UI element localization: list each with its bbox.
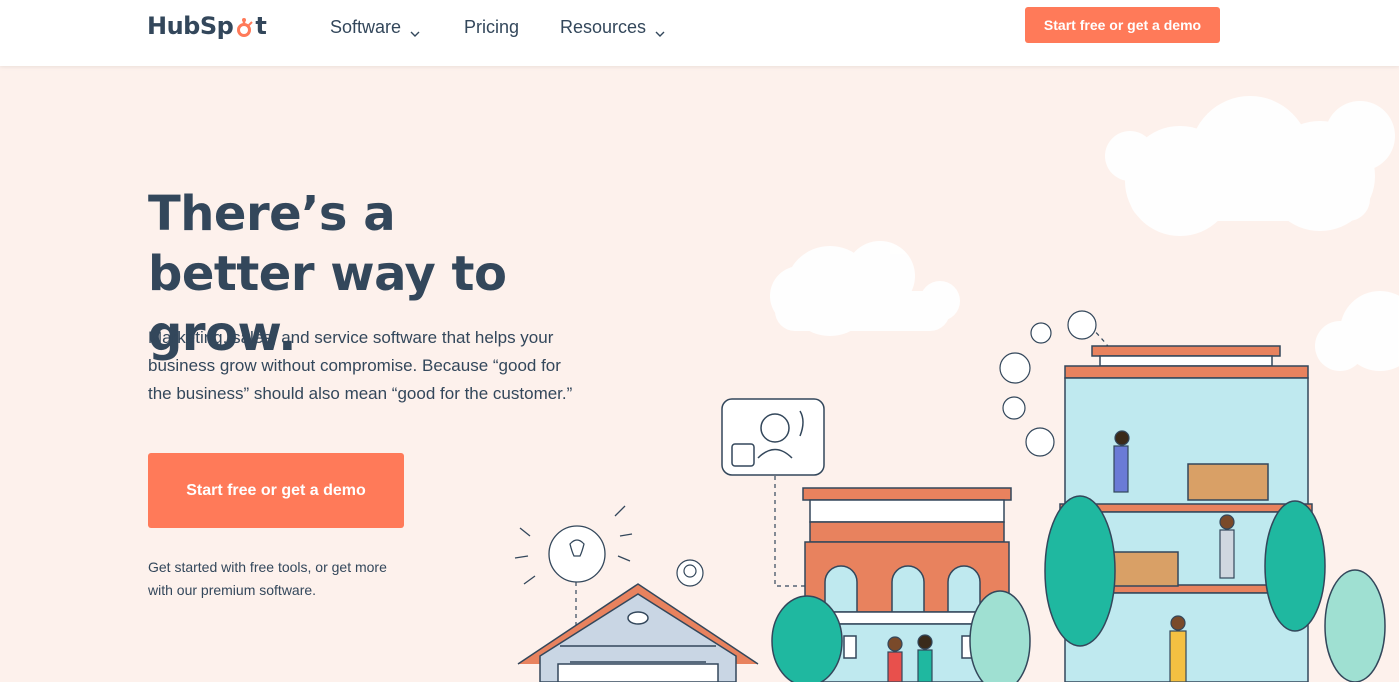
nav-item-resources[interactable]: Resources: [560, 17, 665, 38]
hero-start-free-button[interactable]: Start free or get a demo: [148, 453, 404, 528]
nav-label: Pricing: [464, 17, 520, 37]
chevron-down-icon: [410, 23, 420, 37]
nav-label: Software: [330, 17, 402, 37]
header-start-free-button[interactable]: Start free or get a demo: [1025, 7, 1220, 43]
chevron-down-icon: [655, 23, 665, 37]
nav-label: Resources: [560, 17, 647, 37]
cloud-icon: [770, 241, 960, 336]
hero-illustration: [514, 96, 1399, 682]
top-navigation-bar: HubSp t Software Pricing Resources Start…: [0, 0, 1399, 66]
video-call-card: [721, 398, 825, 476]
lightbulb-icon: [514, 505, 633, 585]
hubspot-logo[interactable]: HubSp t: [147, 12, 267, 40]
nav-item-software[interactable]: Software: [330, 17, 420, 38]
sprocket-icon: [234, 16, 254, 37]
hero-note: Get started with free tools, or get more…: [148, 559, 387, 598]
house-building: [517, 583, 759, 682]
person-avatar-icon: [676, 559, 704, 587]
cloud-icon: [1315, 291, 1399, 371]
logo-text-end: t: [255, 12, 267, 40]
logo-text-start: HubSp: [147, 12, 234, 40]
nav-item-pricing[interactable]: Pricing: [464, 17, 519, 38]
cloud-icon: [1105, 96, 1395, 236]
